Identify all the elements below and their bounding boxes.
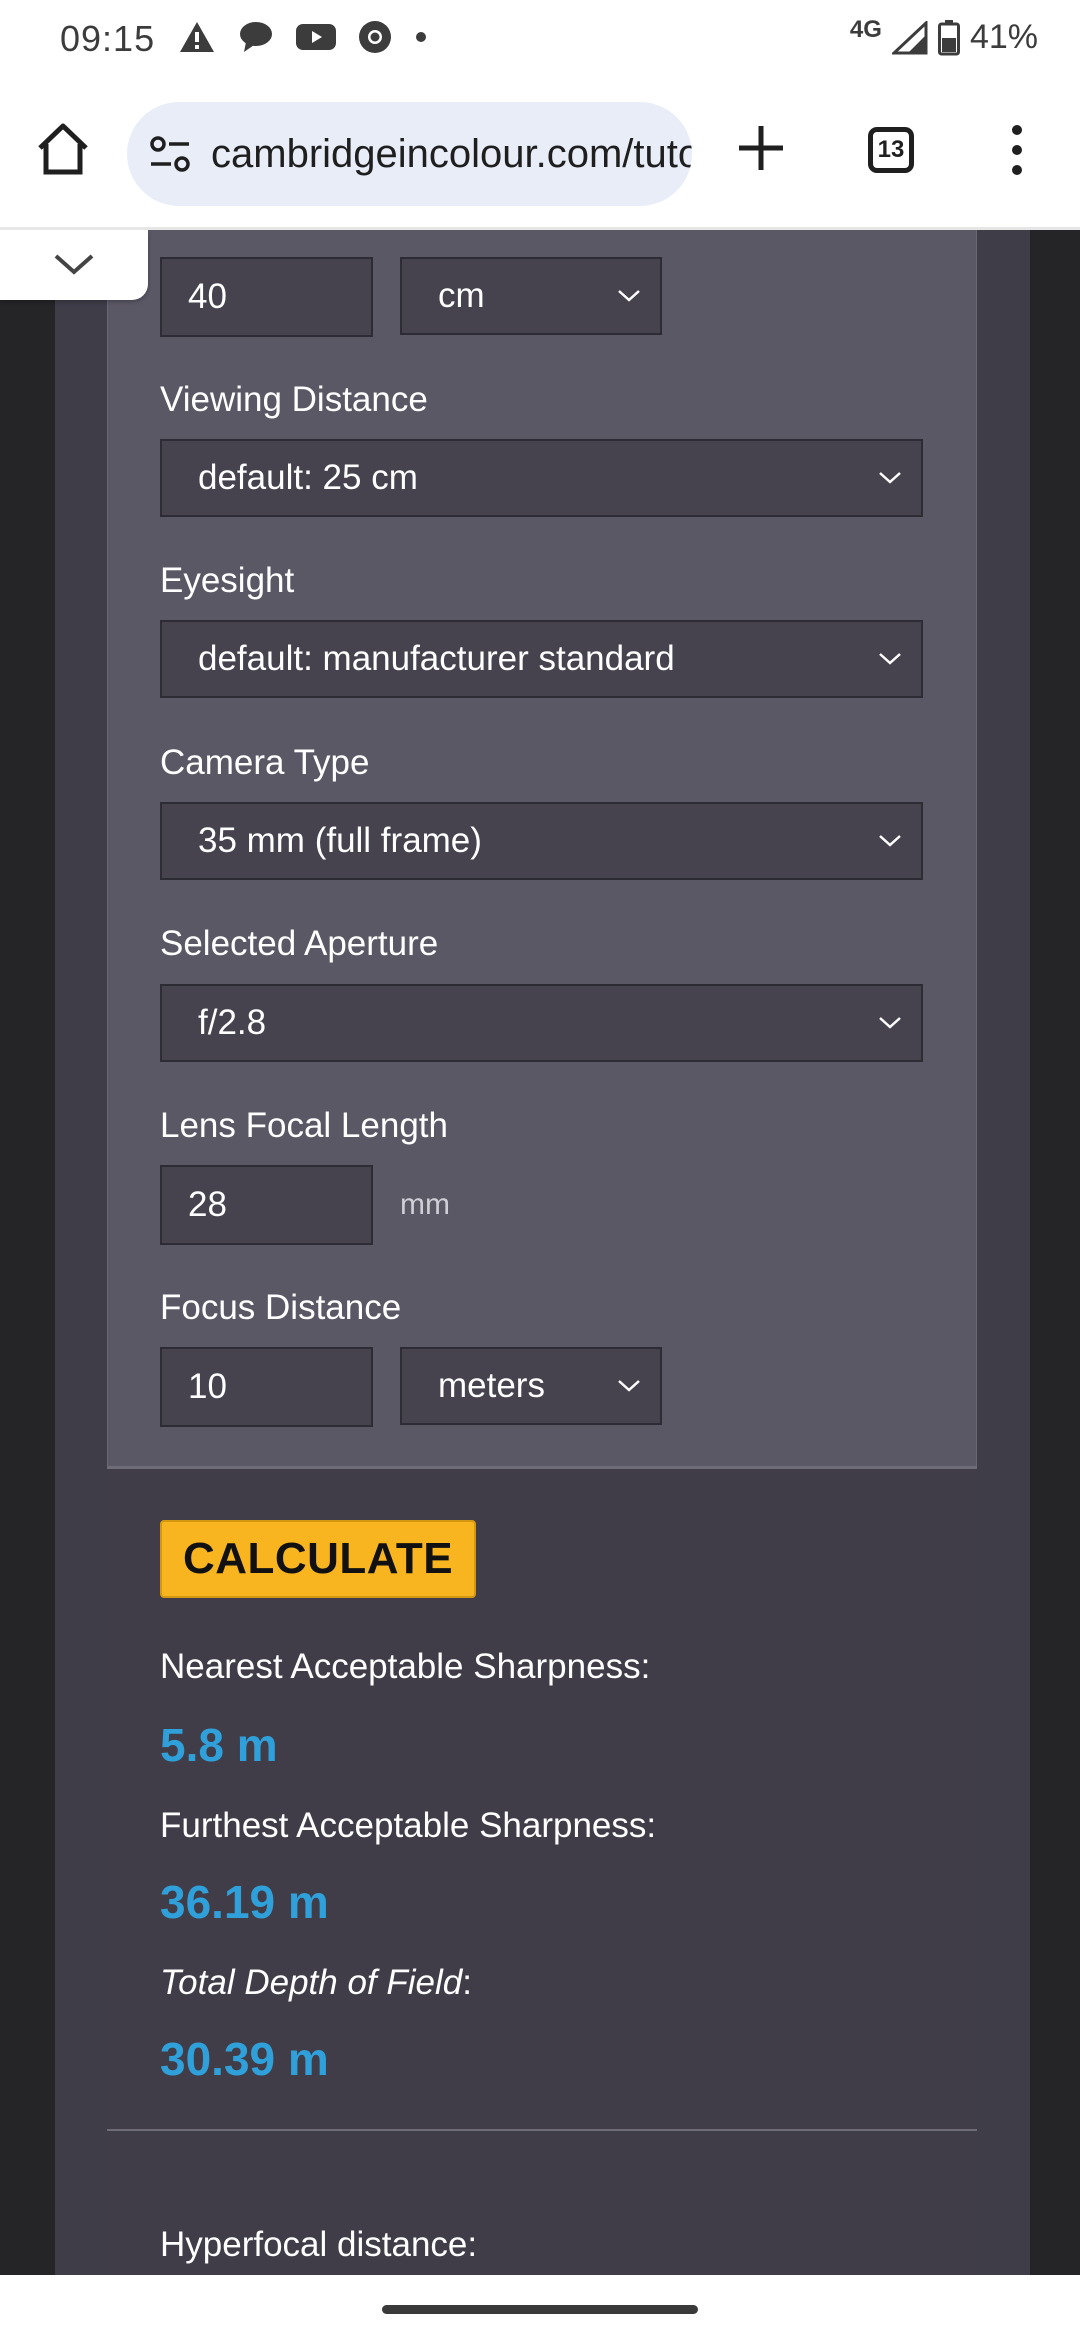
battery-icon bbox=[937, 19, 960, 55]
camera-type-select[interactable]: 35 mm (full frame) bbox=[160, 802, 923, 880]
address-bar[interactable]: cambridgeincolour.com/tutorials/dof-calc… bbox=[127, 102, 692, 206]
youtube-icon bbox=[296, 24, 336, 50]
focal-length-label: Lens Focal Length bbox=[160, 1106, 448, 1145]
chevron-down-icon bbox=[879, 472, 901, 484]
chrome-icon bbox=[359, 21, 391, 53]
eyesight-label: Eyesight bbox=[160, 561, 295, 600]
browser-toolbar: cambridgeincolour.com/tutorials/dof-calc… bbox=[0, 80, 1080, 230]
focus-distance-unit-select[interactable]: meters bbox=[400, 1347, 662, 1425]
print-width-unit-select[interactable]: cm bbox=[400, 257, 662, 335]
chevron-down-icon bbox=[879, 1017, 901, 1029]
focal-length-input[interactable]: 28 bbox=[160, 1165, 373, 1245]
signal-icon bbox=[891, 20, 928, 54]
more-menu-icon[interactable] bbox=[1005, 122, 1029, 178]
chevron-down-icon bbox=[879, 835, 901, 847]
calculate-button[interactable]: CALCULATE bbox=[160, 1520, 476, 1598]
gesture-handle[interactable] bbox=[382, 2305, 698, 2314]
collapse-toggle[interactable] bbox=[0, 230, 148, 300]
web-page: 40 cm Viewing Distance default: 25 cm Ey… bbox=[0, 230, 1080, 2275]
aperture-select[interactable]: f/2.8 bbox=[160, 984, 923, 1062]
viewing-distance-label: Viewing Distance bbox=[160, 380, 428, 419]
status-right: 4G 41% bbox=[849, 15, 1038, 57]
total-dof-label-text: Total Depth of Field bbox=[160, 1963, 463, 2002]
nearest-sharpness-value: 5.8 m bbox=[160, 1719, 278, 1771]
chevron-down-icon bbox=[54, 254, 94, 275]
furthest-sharpness-label: Furthest Acceptable Sharpness: bbox=[160, 1806, 657, 1845]
furthest-sharpness-value: 36.19 m bbox=[160, 1876, 329, 1928]
tab-switcher-button[interactable]: 13 bbox=[868, 127, 914, 173]
camera-type-label: Camera Type bbox=[160, 743, 370, 782]
status-bar: 09:15 4G 41% bbox=[0, 0, 1080, 80]
chevron-down-icon bbox=[879, 653, 901, 665]
dot-icon bbox=[416, 32, 426, 42]
total-dof-label: Total Depth of Field: bbox=[160, 1963, 472, 2002]
focus-distance-input[interactable]: 10 bbox=[160, 1347, 373, 1427]
screen: 09:15 4G 41% cambridgeincolour.com/tutor… bbox=[0, 0, 1080, 2340]
nearest-sharpness-label: Nearest Acceptable Sharpness: bbox=[160, 1647, 651, 1686]
eyesight-select[interactable]: default: manufacturer standard bbox=[160, 620, 923, 698]
battery-percent: 41% bbox=[969, 18, 1038, 56]
warning-icon bbox=[180, 22, 214, 52]
notification-icons bbox=[178, 20, 428, 54]
url-text: cambridgeincolour.com/tutorials/dof-calc… bbox=[211, 132, 692, 176]
chevron-down-icon bbox=[618, 290, 640, 302]
chevron-down-icon bbox=[618, 1380, 640, 1392]
home-icon[interactable] bbox=[34, 120, 92, 178]
new-tab-icon[interactable] bbox=[733, 120, 789, 176]
network-type: 4G bbox=[849, 15, 882, 43]
chat-icon bbox=[240, 22, 272, 52]
print-width-input[interactable]: 40 bbox=[160, 257, 373, 337]
site-settings-icon[interactable] bbox=[149, 134, 191, 174]
focus-distance-label: Focus Distance bbox=[160, 1288, 402, 1327]
aperture-label: Selected Aperture bbox=[160, 924, 439, 963]
system-nav-bar bbox=[0, 2275, 1080, 2340]
hyperfocal-label: Hyperfocal distance: bbox=[160, 2225, 478, 2264]
status-time: 09:15 bbox=[60, 18, 156, 59]
total-dof-value: 30.39 m bbox=[160, 2033, 329, 2085]
focal-length-unit: mm bbox=[400, 1188, 450, 1221]
viewing-distance-select[interactable]: default: 25 cm bbox=[160, 439, 923, 517]
